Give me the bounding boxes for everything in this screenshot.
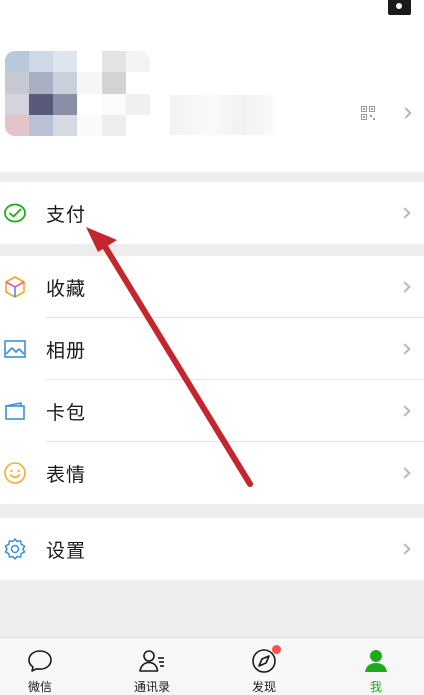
chat-bubble-icon bbox=[28, 650, 52, 672]
chevron-right-icon bbox=[400, 107, 412, 119]
gear-icon bbox=[4, 538, 26, 560]
settings-group: 设置 bbox=[0, 518, 424, 580]
tab-me[interactable]: 我 bbox=[336, 638, 416, 695]
tab-discover[interactable]: 发现 bbox=[224, 638, 304, 695]
menu-item-label: 卡包 bbox=[46, 401, 87, 424]
chevron-right-icon bbox=[399, 467, 411, 479]
menu-item-label: 相册 bbox=[46, 339, 87, 362]
menu-item-label: 收藏 bbox=[46, 277, 87, 300]
pay-group: 支付 bbox=[0, 182, 424, 244]
chevron-right-icon bbox=[399, 405, 411, 417]
tab-contacts[interactable]: 通讯录 bbox=[112, 638, 192, 695]
tab-label: 发现 bbox=[251, 680, 276, 694]
chevron-right-icon bbox=[399, 207, 411, 219]
avatar[interactable] bbox=[5, 51, 150, 136]
tab-label: 微信 bbox=[27, 680, 52, 694]
bottom-tab-bar: 微信 通讯录 发现 我 bbox=[0, 637, 424, 695]
tab-label: 我 bbox=[369, 680, 382, 694]
person-icon bbox=[365, 650, 387, 672]
cube-icon bbox=[5, 276, 25, 298]
chevron-right-icon bbox=[399, 343, 411, 355]
menu-item-cards[interactable]: 卡包 bbox=[0, 380, 424, 442]
chevron-right-icon bbox=[399, 281, 411, 293]
tab-chats[interactable]: 微信 bbox=[0, 638, 80, 695]
menu-item-label: 表情 bbox=[46, 463, 87, 486]
notification-dot bbox=[272, 645, 281, 654]
nickname-blurred bbox=[170, 95, 275, 135]
features-group: 收藏 相册 卡包 表情 bbox=[0, 256, 424, 504]
chevron-right-icon bbox=[399, 543, 411, 555]
camera-icon[interactable] bbox=[388, 0, 411, 15]
menu-item-label: 支付 bbox=[46, 203, 87, 226]
card-wallet-icon bbox=[5, 402, 25, 420]
profile-header[interactable] bbox=[0, 0, 424, 172]
contacts-icon bbox=[139, 650, 164, 672]
menu-item-settings[interactable]: 设置 bbox=[0, 518, 424, 580]
menu-item-label: 设置 bbox=[46, 539, 87, 562]
tab-label: 通讯录 bbox=[133, 680, 170, 694]
smiley-icon bbox=[4, 462, 26, 484]
pay-check-icon bbox=[4, 203, 26, 223]
menu-item-album[interactable]: 相册 bbox=[0, 318, 424, 380]
photo-icon bbox=[4, 340, 26, 358]
menu-item-pay[interactable]: 支付 bbox=[0, 182, 424, 244]
qr-code-icon[interactable] bbox=[361, 106, 375, 120]
menu-item-favorites[interactable]: 收藏 bbox=[0, 256, 424, 318]
menu-item-stickers[interactable]: 表情 bbox=[0, 442, 424, 504]
